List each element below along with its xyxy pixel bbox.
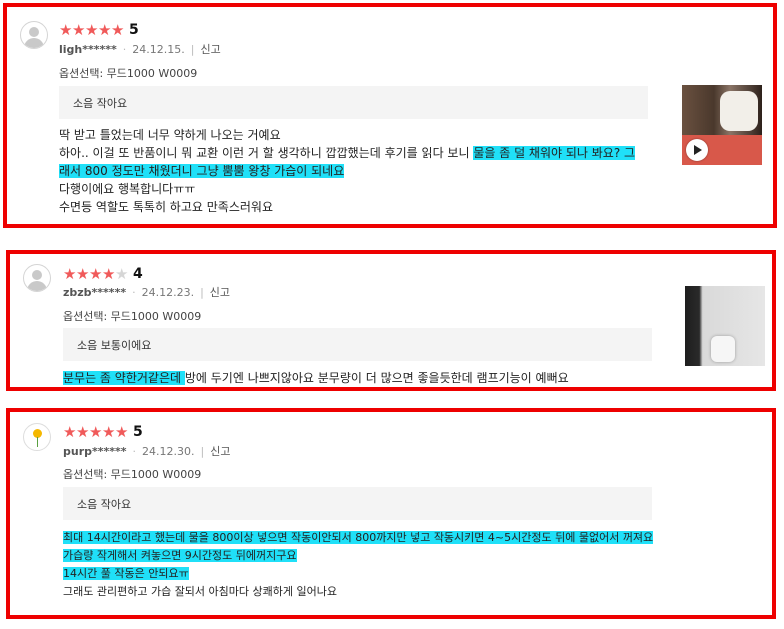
star-icon: ★ [98,20,112,39]
star-icon: ★ [89,422,103,441]
star-icon: ★ [76,264,90,283]
body-line: 다행이에요 행복합니다ㅠㅠ [59,182,196,196]
avatar-icon [20,21,48,49]
body-line: 래서 800 정도만 채웠더니 그냥 뿜뿜 왕창 가습이 되네요 [59,162,635,180]
divider: | [200,444,205,458]
review-meta: zbzb****** · 24.12.23. | 신고 [63,284,230,300]
star-icon: ★ [115,422,129,441]
review-date: 24.12.30. [142,444,195,458]
avatar-icon [23,423,51,451]
star-icon: ★ [59,20,73,39]
review-body: 분무는 좀 약한거같은데 방에 두기엔 나쁘지않아요 분무량이 더 많으면 좋을… [63,369,569,387]
divider: · [122,42,127,56]
star-rating: ★ ★ ★ ★ ★ [63,264,129,283]
review-photo-thumbnail[interactable] [682,85,762,165]
review-card-3: ★ ★ ★ ★ ★ 5 purp****** · 24.12.30. | 신고 옵션선택… [6,408,776,619]
star-icon: ★ [111,20,125,39]
rating-score: 5 [129,22,139,38]
reviewer-name: zbzb****** [63,285,127,299]
star-icon: ★ [76,422,90,441]
option-selection: 옵션선택: 무드1000 W0009 [63,468,202,481]
review-body: 최대 14시간이라고 했는데 물을 800이상 넣으면 작동이안되서 800까지… [63,529,654,601]
review-date: 24.12.15. [132,42,185,56]
summary-box: 소음 작아요 [63,487,652,520]
star-icon: ★ [102,422,116,441]
review-card-1: ★ ★ ★ ★ ★ 5 ligh****** · 24.12.15. | 신고 옵션선택… [3,3,777,228]
reviewer-name: ligh****** [59,42,117,56]
summary-text: 소음 작아요 [73,96,128,110]
reviewer-name: purp****** [63,444,127,458]
rating: ★ ★ ★ ★ ★ 5 [59,22,139,38]
rating: ★ ★ ★ ★ ★ 4 [63,266,143,282]
star-icon: ★ [63,422,77,441]
star-icon: ★ [85,20,99,39]
report-link[interactable]: 신고 [200,41,220,57]
highlight: 분무는 좀 약한거같은데 [63,371,185,385]
summary-box: 소음 작아요 [59,86,648,119]
body-line: 그래도 관리편하고 가습 잘되서 아침마다 상쾌하게 일어나요 [63,585,337,598]
highlight: 래서 800 정도만 채웠더니 그냥 뿜뿜 왕창 가습이 되네요 [59,164,345,178]
star-icon: ★ [63,264,77,283]
option-selection: 옵션선택: 무드1000 W0009 [63,310,202,323]
star-rating: ★ ★ ★ ★ ★ [59,20,125,39]
divider: | [190,42,195,56]
star-rating: ★ ★ ★ ★ ★ [63,422,129,441]
star-icon: ★ [102,264,116,283]
rating-score: 4 [133,266,143,282]
report-link[interactable]: 신고 [210,443,230,459]
option-selection: 옵션선택: 무드1000 W0009 [59,67,198,80]
summary-text: 소음 보통이에요 [77,338,152,352]
body-line: 분무는 좀 약한거같은데 방에 두기엔 나쁘지않아요 분무량이 더 많으면 좋을… [63,371,569,385]
divider: · [132,285,136,299]
summary-text: 소음 작아요 [77,497,132,511]
humidifier-image [720,91,758,131]
star-icon: ★ [115,264,129,283]
summary-box: 소음 보통이에요 [63,328,652,361]
highlight: 최대 14시간이라고 했는데 물을 800이상 넣으면 작동이안되서 800까지… [63,531,654,544]
humidifier-image [711,336,735,362]
divider: | [200,285,204,299]
highlight: 가습량 작게해서 켜놓으면 9시간정도 뒤에꺼지구요 [63,549,297,562]
review-date: 24.12.23. [141,285,195,299]
rating-score: 5 [133,424,143,440]
body-line: 가습량 작게해서 켜놓으면 9시간정도 뒤에꺼지구요 [63,547,653,565]
divider: · [132,444,137,458]
avatar-icon [23,264,51,292]
review-body: 딱 받고 틀었는데 너무 약하게 나오는 거예요 하아.. 이걸 또 반품이니 … [59,126,636,216]
star-icon: ★ [89,264,103,283]
highlight: 물을 좀 덜 채워야 되나 봐요? 그 [473,146,636,160]
play-icon[interactable] [686,139,708,161]
review-card-2: ★ ★ ★ ★ ★ 4 zbzb****** · 24.12.23. | 신고 옵션선택… [6,250,776,391]
highlight: 14시간 풀 작동은 안되요ㅠ [63,567,189,580]
body-line: 최대 14시간이라고 했는데 물을 800이상 넣으면 작동이안되서 800까지… [63,529,654,547]
body-line: 14시간 풀 작동은 안되요ㅠ [63,565,653,583]
star-icon: ★ [72,20,86,39]
review-meta: ligh****** · 24.12.15. | 신고 [59,41,221,57]
review-meta: purp****** · 24.12.30. | 신고 [63,443,230,459]
body-line: 수면등 역할도 톡톡히 하고요 만족스러워요 [59,200,273,214]
report-link[interactable]: 신고 [210,284,230,300]
review-photo-thumbnail[interactable] [685,286,765,366]
body-line: 딱 받고 틀었는데 너무 약하게 나오는 거예요 [59,128,281,142]
body-line: 하아.. 이걸 또 반품이니 뭐 교환 이런 거 할 생각하니 깝깝했는데 후기… [59,146,636,160]
rating: ★ ★ ★ ★ ★ 5 [63,424,143,440]
